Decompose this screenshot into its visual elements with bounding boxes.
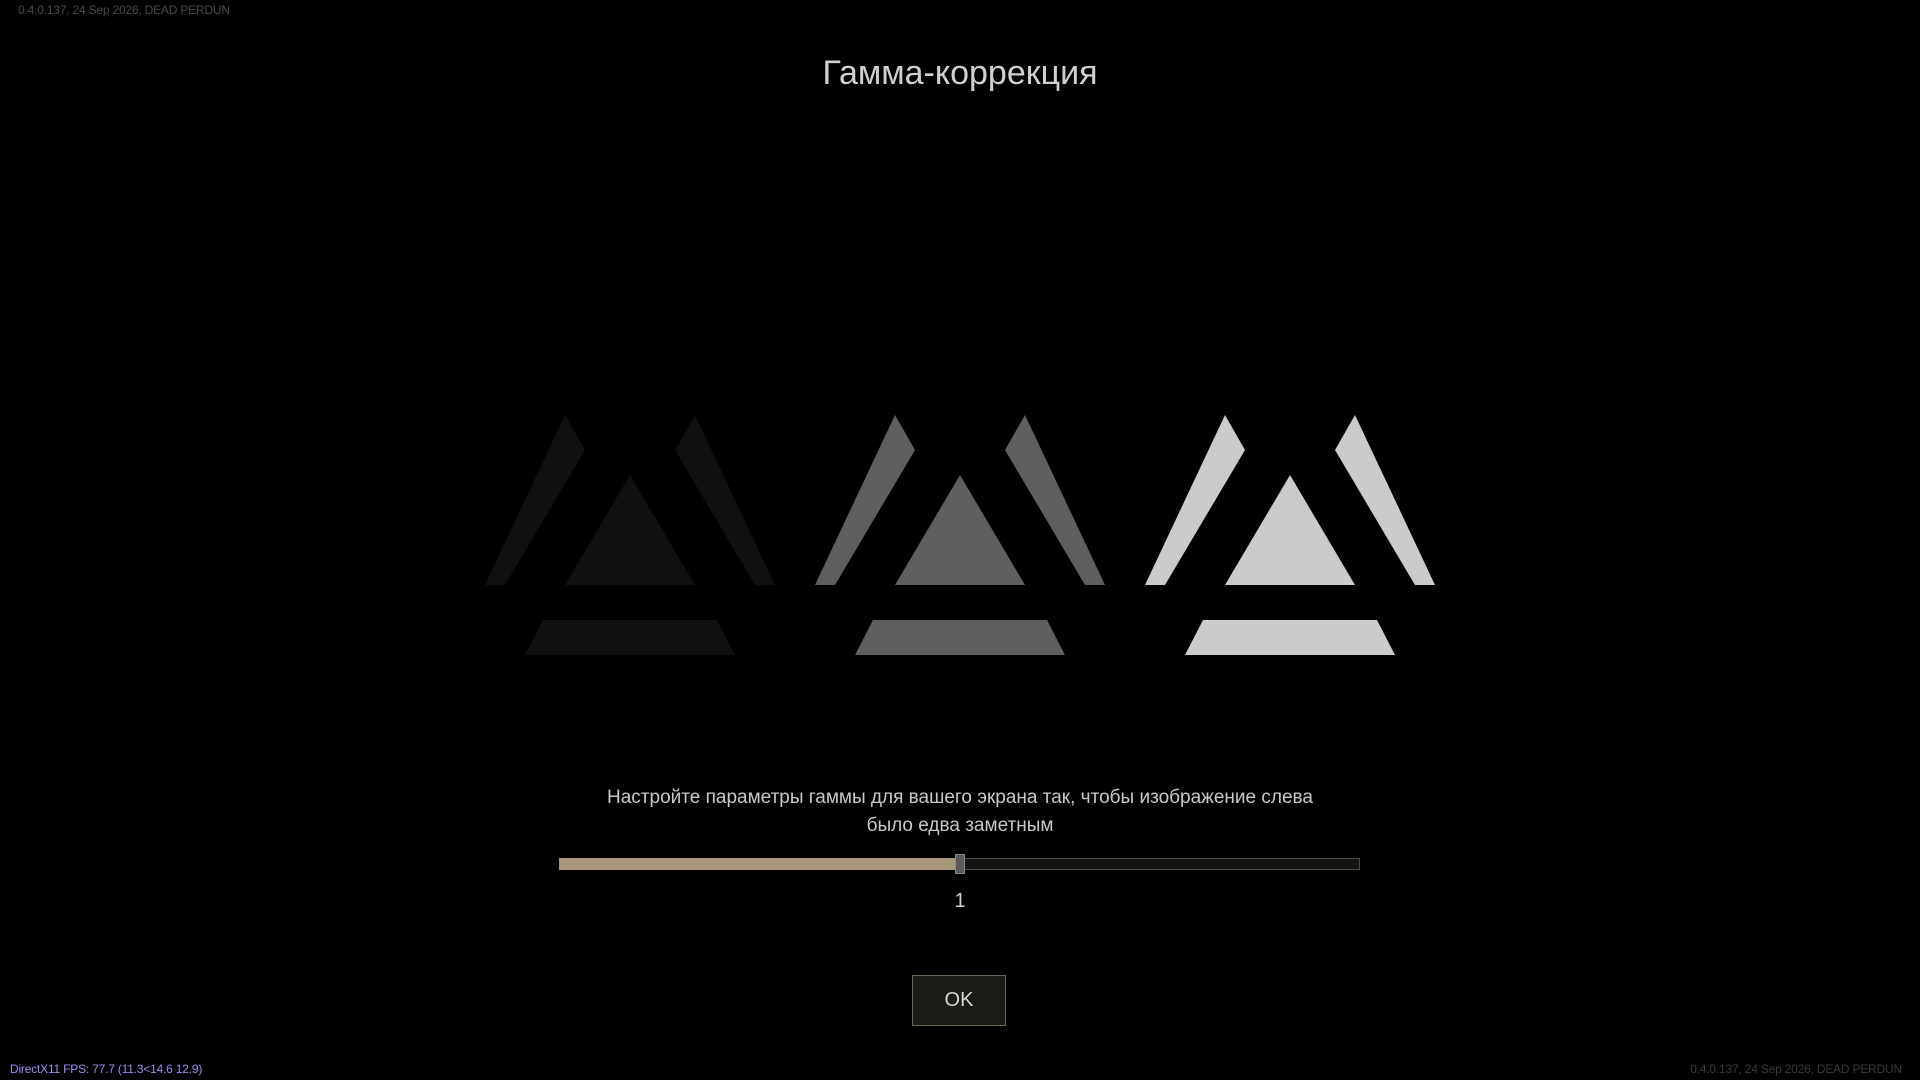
- emblem-right-bar: [675, 415, 775, 585]
- emblem-right-bar: [1335, 415, 1435, 585]
- calibration-emblem-light: [1145, 415, 1435, 655]
- gamma-correction-screen: 0.4.0.137, 24 Sep 2026, DEAD PERDUN Гамм…: [0, 0, 1920, 1080]
- page-title: Гамма-коррекция: [822, 54, 1098, 92]
- slider-thumb[interactable]: [954, 854, 965, 874]
- instructions-line-1: Настройте параметры гаммы для вашего экр…: [607, 787, 1313, 808]
- calibration-emblem-dark: [485, 415, 775, 655]
- ok-button[interactable]: OK: [912, 975, 1006, 1026]
- calibration-emblem-mid: [815, 415, 1105, 655]
- fps-overlay: DirectX11 FPS: 77.7 (11.3<14.6 12.9): [10, 1062, 203, 1076]
- gamma-slider[interactable]: [559, 854, 1360, 874]
- emblem-center-triangle: [565, 475, 695, 585]
- build-info-bottom: 0.4.0.137, 24 Sep 2026, DEAD PERDUN: [1690, 1062, 1902, 1076]
- emblem-base-bar: [1185, 620, 1395, 655]
- instructions-line-2: было едва заметным: [866, 815, 1054, 836]
- gamma-value: 1: [954, 890, 966, 912]
- emblem-left-bar: [1145, 415, 1245, 585]
- instructions-text: Настройте параметры гаммы для вашего экр…: [460, 784, 1460, 840]
- emblem-center-triangle: [1225, 475, 1355, 585]
- emblem-left-bar: [485, 415, 585, 585]
- emblem-center-triangle: [895, 475, 1025, 585]
- emblem-base-bar: [525, 620, 735, 655]
- emblem-base-bar: [855, 620, 1065, 655]
- emblem-right-bar: [1005, 415, 1105, 585]
- build-info-top: 0.4.0.137, 24 Sep 2026, DEAD PERDUN: [18, 3, 230, 17]
- slider-fill: [559, 858, 960, 870]
- emblem-left-bar: [815, 415, 915, 585]
